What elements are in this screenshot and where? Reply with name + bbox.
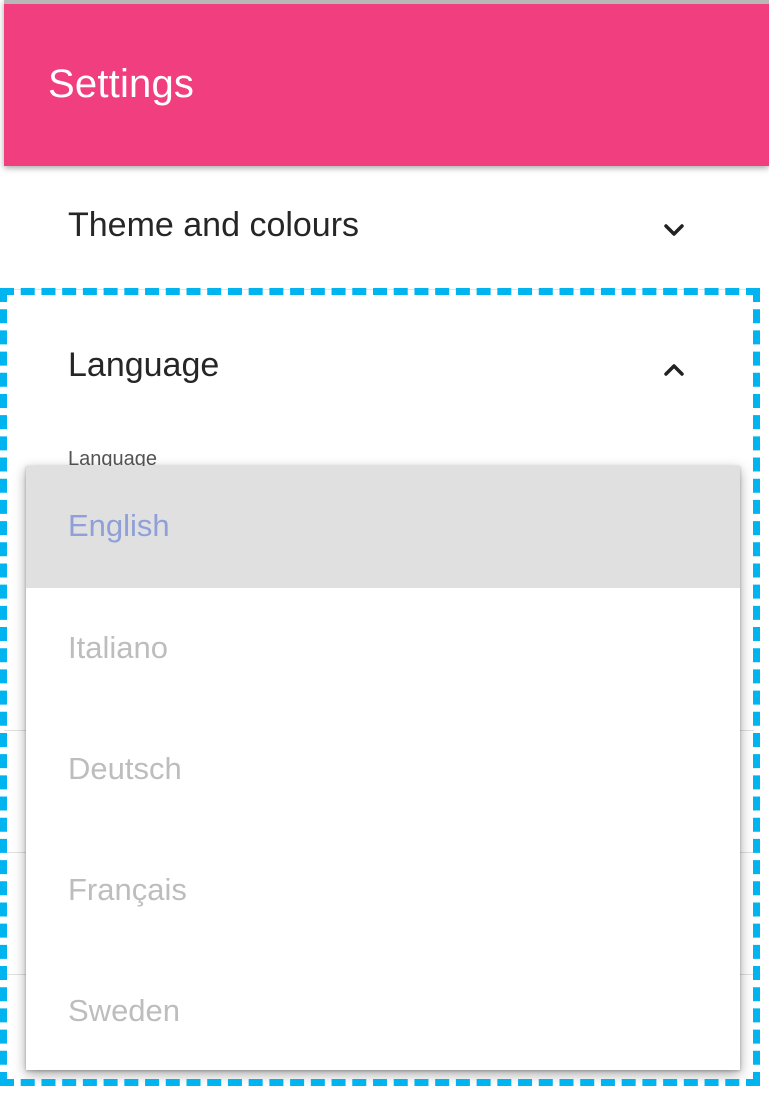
panel-header-theme-and-colours[interactable]: Theme and colours [4, 166, 754, 290]
panel-title-language: Language [68, 346, 220, 384]
app-bar: Settings [4, 0, 769, 166]
language-option-deutsch[interactable]: Deutsch [26, 709, 740, 830]
chevron-up-icon [664, 364, 684, 376]
language-option-sweden[interactable]: Sweden [26, 951, 740, 1072]
chevron-down-icon [664, 224, 684, 236]
language-option-english[interactable]: English [26, 466, 740, 588]
page-title: Settings [48, 62, 195, 106]
panel-title-theme-and-colours: Theme and colours [68, 206, 360, 244]
language-option-italiano[interactable]: Italiano [26, 588, 740, 709]
language-dropdown-menu[interactable]: English Italiano Deutsch Français Sweden [26, 466, 740, 1070]
language-option-francais[interactable]: Français [26, 830, 740, 951]
panel-header-language[interactable]: Language [4, 290, 754, 440]
